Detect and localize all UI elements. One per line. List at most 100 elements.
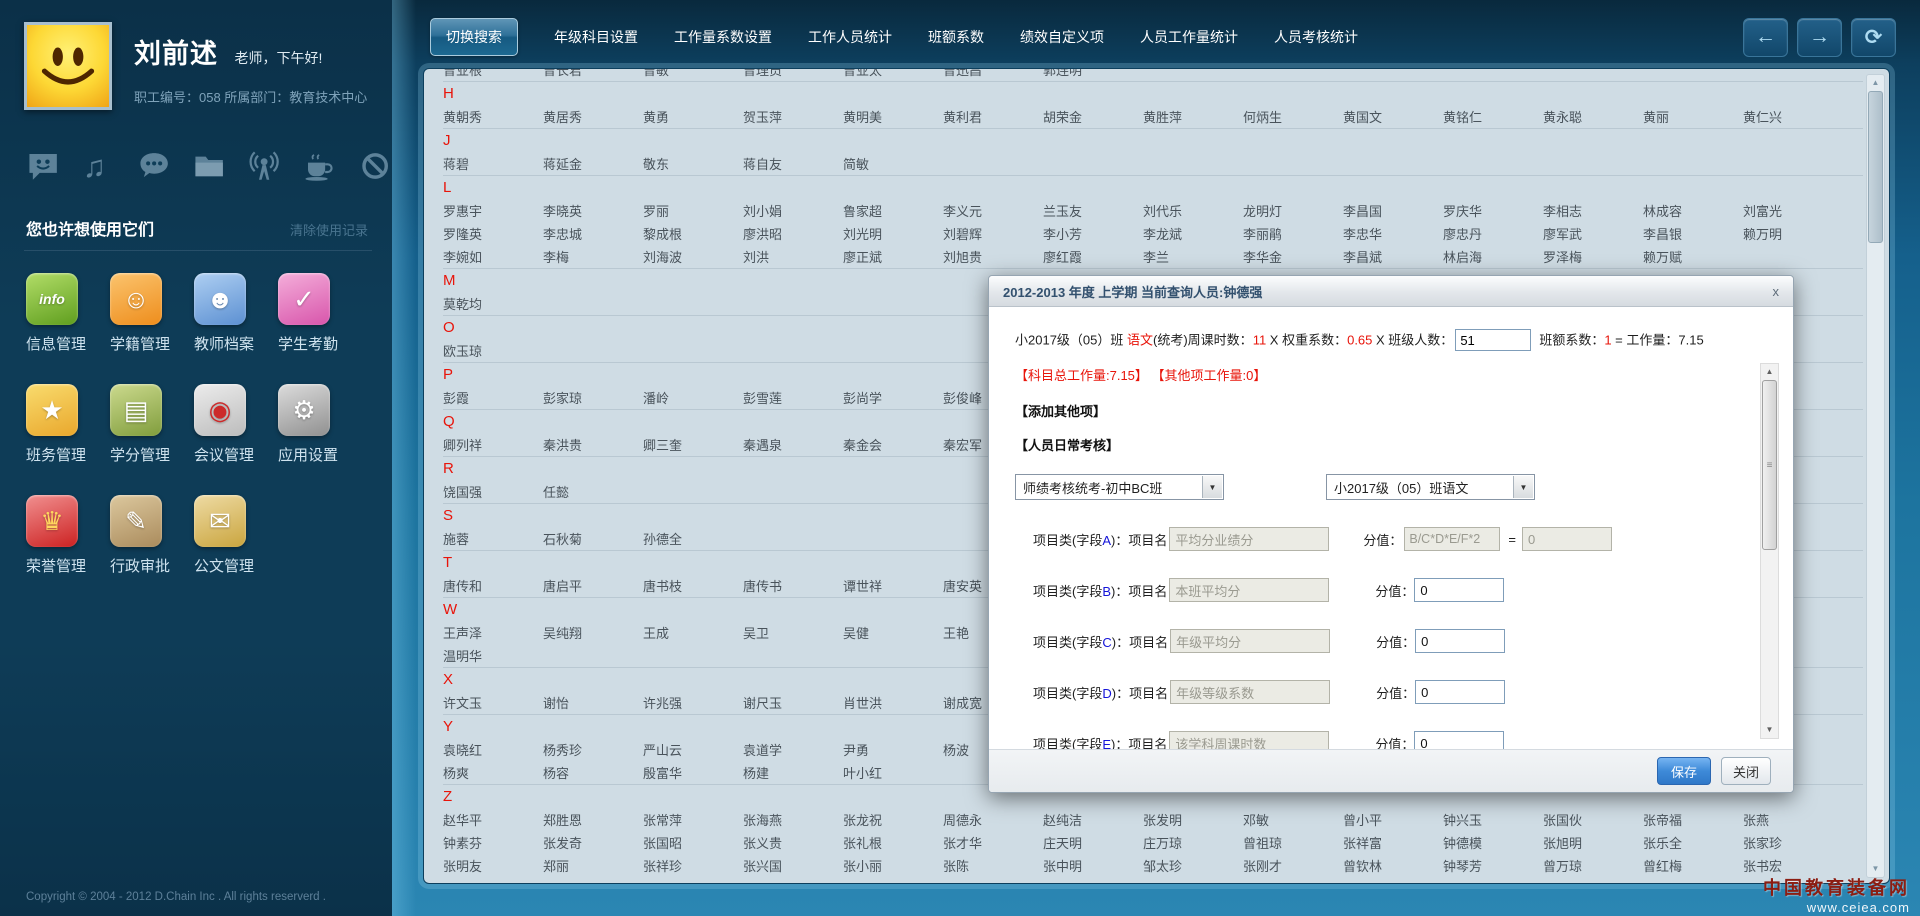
person-name[interactable]: 张礼根 bbox=[843, 833, 943, 852]
person-name[interactable]: 卿列祥 bbox=[443, 435, 543, 454]
person-name[interactable]: 孙德全 bbox=[643, 529, 743, 548]
person-name[interactable]: 黎成根 bbox=[643, 224, 743, 243]
person-name[interactable]: 张燕 bbox=[1743, 810, 1843, 829]
person-name[interactable]: 张帝福 bbox=[1643, 810, 1743, 829]
score-value-input[interactable] bbox=[1415, 629, 1505, 653]
person-name[interactable]: 蒋自友 bbox=[743, 154, 843, 173]
person-name[interactable]: 曾祖琼 bbox=[1243, 833, 1343, 852]
chevron-down-icon[interactable]: ▼ bbox=[1202, 476, 1222, 498]
person-name[interactable]: 卿三奎 bbox=[643, 435, 743, 454]
person-name[interactable]: 唐传和 bbox=[443, 576, 543, 595]
add-other-items-link[interactable]: 【添加其他项】 bbox=[1015, 401, 1733, 420]
person-name[interactable]: 张祥珍 bbox=[643, 856, 743, 875]
coffee-icon[interactable] bbox=[302, 148, 336, 184]
person-name[interactable]: 张国伙 bbox=[1543, 810, 1643, 829]
scroll-up-icon[interactable]: ▲ bbox=[1867, 76, 1884, 90]
folder-icon[interactable] bbox=[192, 148, 226, 184]
person-name[interactable]: 赵华平 bbox=[443, 810, 543, 829]
person-name[interactable]: 张常萍 bbox=[643, 810, 743, 829]
person-name[interactable]: 刘旭贵 bbox=[943, 247, 1043, 266]
tab-3[interactable]: 工作量系数设置 bbox=[674, 27, 772, 47]
person-name[interactable]: 张陈 bbox=[943, 856, 1043, 875]
person-name[interactable]: 刘光明 bbox=[843, 224, 943, 243]
person-name[interactable]: 钟琴芳 bbox=[1443, 856, 1543, 875]
person-name[interactable]: 黄仁兴 bbox=[1743, 107, 1843, 126]
class-subject-select[interactable]: 小2017级（05）班语文 ▼ bbox=[1326, 474, 1535, 500]
person-name[interactable]: 林成容 bbox=[1643, 201, 1743, 220]
person-name[interactable]: 杨秀珍 bbox=[543, 740, 643, 759]
person-name[interactable]: 刘小娟 bbox=[743, 201, 843, 220]
person-name[interactable]: 秦洪贵 bbox=[543, 435, 643, 454]
person-name[interactable]: 李相志 bbox=[1543, 201, 1643, 220]
person-name[interactable]: 罗丽 bbox=[643, 201, 743, 220]
person-name[interactable]: 黄永聪 bbox=[1543, 107, 1643, 126]
person-name[interactable]: 郑胜恩 bbox=[543, 810, 643, 829]
person-name[interactable]: 赖万赋 bbox=[1643, 247, 1743, 266]
person-name[interactable]: 周德永 bbox=[943, 810, 1043, 829]
dialog-scrollbar-thumb[interactable]: ≡ bbox=[1762, 380, 1777, 550]
person-name[interactable]: 张乐全 bbox=[1643, 833, 1743, 852]
person-name[interactable]: 李龙斌 bbox=[1143, 224, 1243, 243]
person-name[interactable]: 钟德模 bbox=[1443, 833, 1543, 852]
music-icon[interactable]: ♫ bbox=[81, 148, 115, 184]
person-name[interactable]: 廖红霞 bbox=[1043, 247, 1143, 266]
person-name[interactable]: 曾业太 bbox=[843, 69, 943, 79]
tab-2[interactable]: 年级科目设置 bbox=[554, 27, 638, 47]
person-name[interactable]: 何炳生 bbox=[1243, 107, 1343, 126]
person-name[interactable]: 唐传书 bbox=[743, 576, 843, 595]
dialog-scrollbar[interactable]: ▲ ≡ ▼ bbox=[1760, 363, 1779, 739]
person-name[interactable]: 李义元 bbox=[943, 201, 1043, 220]
person-name[interactable]: 蒋碧 bbox=[443, 154, 543, 173]
person-name[interactable]: 李梅 bbox=[543, 247, 643, 266]
app-item[interactable]: info信息管理 bbox=[26, 273, 110, 354]
person-name[interactable]: 谢怡 bbox=[543, 693, 643, 712]
back-button[interactable]: ← bbox=[1743, 18, 1788, 57]
score-value-input[interactable] bbox=[1415, 680, 1505, 704]
tab-4[interactable]: 工作人员统计 bbox=[808, 27, 892, 47]
person-name[interactable]: 潘岭 bbox=[643, 388, 743, 407]
person-name[interactable]: 张义贵 bbox=[743, 833, 843, 852]
person-name[interactable]: 张旭明 bbox=[1543, 833, 1643, 852]
panel-scrollbar-thumb[interactable] bbox=[1868, 91, 1883, 243]
person-name[interactable]: 肖世洪 bbox=[843, 693, 943, 712]
person-name[interactable]: 罗惠宇 bbox=[443, 201, 543, 220]
tab-7[interactable]: 人员工作量统计 bbox=[1140, 27, 1238, 47]
score-value-input[interactable] bbox=[1414, 578, 1504, 602]
person-name[interactable]: 彭雪莲 bbox=[743, 388, 843, 407]
person-name[interactable]: 张海燕 bbox=[743, 810, 843, 829]
person-name[interactable]: 李兰 bbox=[1143, 247, 1243, 266]
person-name[interactable]: 谢尺玉 bbox=[743, 693, 843, 712]
class-size-input[interactable] bbox=[1455, 329, 1531, 351]
person-name[interactable]: 张书宏 bbox=[1743, 856, 1843, 875]
person-name[interactable]: 张祥富 bbox=[1343, 833, 1443, 852]
person-name[interactable]: 兰玉友 bbox=[1043, 201, 1143, 220]
person-name[interactable]: 曾红梅 bbox=[1643, 856, 1743, 875]
person-name[interactable]: 邹太珍 bbox=[1143, 856, 1243, 875]
person-name[interactable]: 黄朝秀 bbox=[443, 107, 543, 126]
app-item[interactable]: ☻教师档案 bbox=[194, 273, 278, 354]
person-name[interactable]: 廖忠丹 bbox=[1443, 224, 1543, 243]
person-name[interactable]: 许兆强 bbox=[643, 693, 743, 712]
person-name[interactable]: 李忠城 bbox=[543, 224, 643, 243]
person-name[interactable]: 张敦杰 bbox=[443, 879, 543, 881]
person-name[interactable]: 蒋延金 bbox=[543, 154, 643, 173]
person-name[interactable]: 庄万琼 bbox=[1143, 833, 1243, 852]
person-name[interactable]: 罗隆英 bbox=[443, 224, 543, 243]
app-item[interactable]: ◉会议管理 bbox=[194, 384, 278, 465]
close-button[interactable]: 关闭 bbox=[1721, 757, 1771, 785]
person-name[interactable]: 刘洪 bbox=[743, 247, 843, 266]
person-name[interactable]: 张明友 bbox=[443, 856, 543, 875]
person-name[interactable]: 吴健 bbox=[843, 623, 943, 642]
person-name[interactable]: 李华金 bbox=[1243, 247, 1343, 266]
app-item[interactable]: ✎行政审批 bbox=[110, 495, 194, 576]
person-name[interactable]: 曾钦林 bbox=[1343, 856, 1443, 875]
tab-1[interactable]: 切换搜索 bbox=[430, 18, 518, 56]
chevron-down-icon[interactable]: ▼ bbox=[1513, 476, 1533, 498]
person-name[interactable]: 任懿 bbox=[543, 482, 643, 501]
person-name[interactable]: 周武平 bbox=[743, 879, 843, 881]
tab-8[interactable]: 人员考核统计 bbox=[1274, 27, 1358, 47]
person-name[interactable]: 谭世祥 bbox=[843, 576, 943, 595]
app-item[interactable]: ✉公文管理 bbox=[194, 495, 278, 576]
person-name[interactable]: 李晓英 bbox=[543, 201, 643, 220]
person-name[interactable]: 黄明美 bbox=[843, 107, 943, 126]
